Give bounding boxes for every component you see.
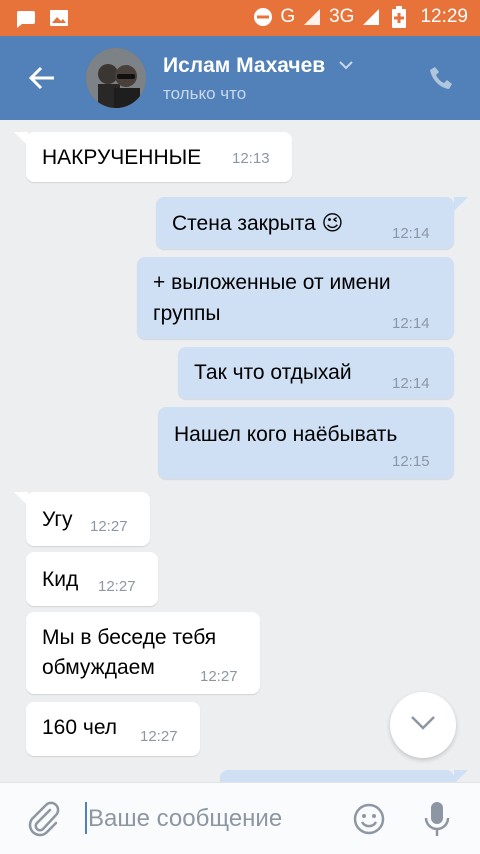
message-text-line: + выложенные от имени [153,271,391,294]
message-bubble-outgoing[interactable]: Стена закрыта 😉 12:14 [156,197,454,249]
message-composer: Ваше сообщение [0,782,480,854]
message-text: Нашел кого наёбывать [174,423,398,446]
message-text-line: группы [153,302,221,325]
microphone-icon[interactable] [424,800,450,838]
contact-name[interactable]: Ислам Махачев [163,52,353,78]
message-bubble-incoming[interactable]: 160 чел 12:27 [26,702,200,756]
message-bubble-outgoing[interactable]: + выложенные от имени группы 12:14 [137,257,454,339]
status-bar: G 3G 12:29 [0,0,480,36]
chevron-down-icon[interactable] [339,52,353,76]
message-text: Угу [42,508,73,531]
message-time: 12:27 [140,728,178,745]
battery-icon [388,6,410,28]
image-icon [48,7,70,29]
emoji-icon[interactable] [352,802,386,836]
message-bubble-incoming[interactable]: Мы в беседе тебя обмуждаем 12:27 [26,612,260,694]
message-bubble-outgoing[interactable]: Так что отдыхай 12:14 [178,347,454,399]
message-bubble-outgoing[interactable]: Нашел кого наёбывать 12:15 [158,407,454,479]
bubble-tail [454,770,468,782]
message-text: Кид [42,568,79,591]
attach-icon[interactable] [26,801,60,837]
message-time: 12:14 [392,315,430,332]
message-time: 12:13 [232,150,270,167]
message-bubble-incoming[interactable]: Кид 12:27 [26,552,158,606]
message-text: Так что отдыхай [194,361,352,384]
bubble-tail [454,197,468,211]
message-list[interactable]: НАКРУЧЕННЫЕ 12:13 Стена закрыта 😉 12:14 … [0,120,480,782]
message-time: 12:14 [392,375,430,392]
message-text-line: обмуждаем [42,656,155,679]
network-type-label: G [280,6,296,27]
clock: 12:29 [420,6,468,27]
message-bubble-outgoing[interactable] [220,770,454,782]
message-text-line: Мы в беседе тебя [42,626,217,649]
message-time: 12:27 [98,578,136,595]
message-icon [14,7,36,29]
network-type-label-2: 3G [329,6,355,27]
message-input[interactable]: Ваше сообщение [88,805,282,833]
signal-icon [301,6,323,28]
message-text: Стена закрыта 😉 [172,212,344,235]
avatar[interactable] [86,48,146,108]
chat-header: Ислам Махачев только что [0,36,480,120]
phone-icon[interactable] [428,64,456,92]
message-time: 12:27 [200,668,238,685]
message-time: 12:15 [392,453,430,470]
contact-name-label: Ислам Махачев [163,54,326,77]
online-status: только что [163,84,247,103]
message-bubble-incoming[interactable]: НАКРУЧЕННЫЕ 12:13 [26,132,292,182]
message-time: 12:27 [90,518,128,535]
scroll-to-bottom-button[interactable] [390,692,456,758]
chevron-down-icon [410,715,436,736]
back-arrow-icon[interactable] [26,62,58,94]
text-cursor [85,802,87,834]
do-not-disturb-icon [252,6,274,28]
message-bubble-incoming[interactable]: Угу 12:27 [26,492,150,546]
message-text: НАКРУЧЕННЫЕ [42,146,202,169]
message-text: 160 чел [42,716,118,739]
message-time: 12:14 [392,225,430,242]
signal-icon [360,6,382,28]
